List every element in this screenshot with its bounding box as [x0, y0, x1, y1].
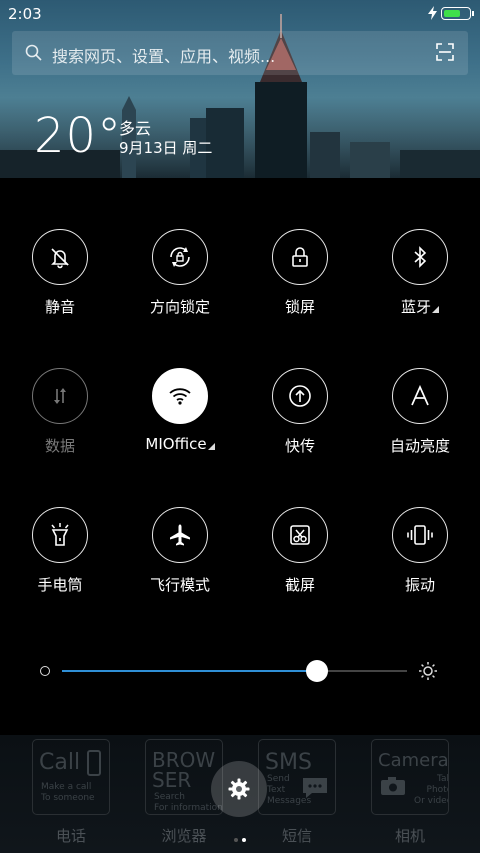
toggle-rotation-lock-circle[interactable]	[152, 229, 208, 285]
settings-button[interactable]	[211, 761, 267, 817]
app-tile: BROW SER Search For information	[145, 739, 223, 815]
camera-icon	[381, 777, 405, 795]
search-bar[interactable]: 搜索网页、设置、应用、视频...	[12, 31, 468, 75]
toggle-label: 手电筒	[37, 576, 83, 594]
toggle-airplane-circle[interactable]	[152, 507, 208, 563]
toggle-label: MIOffice	[145, 435, 207, 453]
data-arrows-icon	[54, 388, 66, 404]
app-tile: Call Make a call To someone	[32, 739, 110, 815]
brightness-thumb[interactable]	[306, 660, 329, 682]
toggle-mute[interactable]: 静音	[0, 229, 120, 317]
toggle-data-circle[interactable]	[32, 368, 88, 424]
scan-icon[interactable]	[436, 43, 454, 61]
tile-subtitle: Take Photos Or videos	[414, 774, 448, 806]
app-tile: SMS Send Text Messages	[258, 739, 336, 815]
page-dot-current	[242, 838, 246, 842]
brightness-high-icon	[419, 662, 437, 680]
app-name: 电话	[55, 827, 86, 845]
toggle-screenshot[interactable]: 截屏	[240, 507, 360, 595]
clock: 2:03	[8, 5, 42, 23]
app-tile: Camera Take Photos Or videos	[371, 739, 449, 815]
status-bar: 2:03	[0, 0, 480, 28]
expand-triangle-icon	[207, 443, 215, 450]
toggle-label-row: MIOffice	[120, 435, 240, 453]
app-name: 浏览器	[161, 827, 207, 845]
toggle-bluetooth[interactable]: 蓝牙	[360, 229, 480, 317]
toggle-wifi-circle[interactable]	[152, 368, 208, 424]
bluetooth-icon	[414, 246, 427, 268]
toggle-label: 自动亮度	[389, 437, 450, 455]
toggle-rotation-lock[interactable]: 方向锁定	[120, 229, 240, 317]
letter-a-icon	[411, 385, 429, 406]
app-name: 短信	[281, 827, 312, 845]
search-icon	[25, 44, 42, 61]
toggle-flashlight-circle[interactable]	[32, 507, 88, 563]
toggle-vibrate-circle[interactable]	[392, 507, 448, 563]
dock-app-phone[interactable]: Call Make a call To someone 电话	[31, 739, 111, 845]
toggle-bluetooth-circle[interactable]	[392, 229, 448, 285]
dock-app-browser[interactable]: BROW SER Search For information 浏览器	[144, 739, 224, 845]
tile-title: Camera	[378, 750, 449, 771]
toggle-label: 截屏	[284, 576, 315, 594]
page-dot	[234, 838, 238, 842]
charging-bolt-icon	[428, 6, 437, 20]
gear-icon	[228, 778, 250, 800]
toggle-quick-transfer[interactable]: 快传	[240, 368, 360, 456]
toggle-lock-screen[interactable]: 锁屏	[240, 229, 360, 317]
toggle-vibrate[interactable]: 振动	[360, 507, 480, 595]
toggle-label: 方向锁定	[149, 298, 210, 316]
toggle-flashlight[interactable]: 手电筒	[0, 507, 120, 595]
toggle-label: 振动	[404, 576, 435, 594]
toggle-lock-screen-circle[interactable]	[272, 229, 328, 285]
message-icon	[303, 778, 327, 798]
toggle-screenshot-circle[interactable]	[272, 507, 328, 563]
page-indicator	[232, 827, 248, 846]
toggle-airplane[interactable]: 飞行模式	[120, 507, 240, 595]
rotation-lock-icon	[170, 247, 190, 267]
toggle-quick-transfer-circle[interactable]	[272, 368, 328, 424]
tile-title: SMS	[265, 750, 312, 775]
date: 9月13日 周二	[119, 139, 213, 157]
scissors-icon	[290, 525, 310, 545]
flashlight-icon	[51, 523, 69, 546]
dock-app-camera[interactable]: Camera Take Photos Or videos 相机	[370, 739, 450, 845]
lock-icon	[292, 247, 308, 267]
app-name: 相机	[394, 827, 425, 845]
toggle-auto-brightness-circle[interactable]	[392, 368, 448, 424]
toggle-label: 静音	[44, 298, 75, 316]
weather-header: 2:03 搜索网页、设置、应用、视频... 20° 多云 9月13日 周二	[0, 0, 480, 178]
vibrate-icon	[407, 525, 433, 545]
toggle-label: 锁屏	[284, 298, 315, 316]
brightness-slider[interactable]	[40, 660, 445, 682]
airplane-icon	[170, 524, 190, 546]
battery-icon	[441, 7, 474, 20]
weather-condition: 多云	[119, 119, 152, 138]
toggle-label-row: 蓝牙	[360, 296, 480, 317]
upload-icon	[289, 385, 311, 407]
search-placeholder: 搜索网页、设置、应用、视频...	[52, 47, 276, 66]
tile-subtitle: Make a call To someone	[41, 782, 95, 803]
toggle-auto-brightness[interactable]: 自动亮度	[360, 368, 480, 456]
toggle-mute-circle[interactable]	[32, 229, 88, 285]
tile-title: Call	[39, 750, 81, 775]
wifi-icon	[169, 388, 191, 405]
toggle-data[interactable]: 数据	[0, 368, 120, 456]
toggle-wifi[interactable]: MIOffice	[120, 368, 240, 453]
bell-off-icon	[51, 248, 69, 269]
phone-icon	[87, 750, 101, 776]
expand-triangle-icon	[432, 306, 439, 313]
toggle-label: 快传	[284, 437, 315, 455]
toggle-label: 数据	[44, 437, 75, 455]
toggle-label: 蓝牙	[400, 298, 431, 316]
toggle-label: 飞行模式	[149, 576, 210, 594]
dock-app-sms[interactable]: SMS Send Text Messages 短信	[257, 739, 337, 845]
temperature: 20°	[34, 108, 123, 164]
brightness-track-filled	[62, 670, 318, 672]
brightness-low-icon	[40, 666, 50, 676]
